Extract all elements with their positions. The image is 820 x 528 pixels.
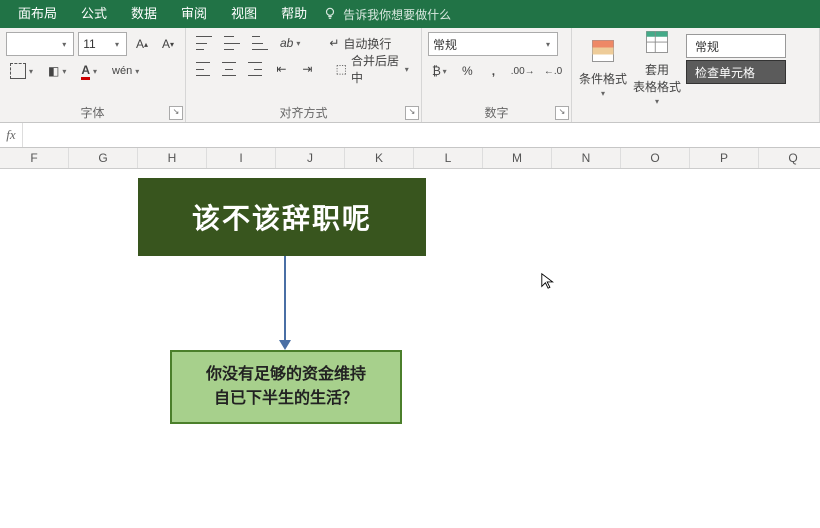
col-header[interactable]: L [414, 148, 483, 168]
increase-font-button[interactable]: A▴ [131, 33, 153, 55]
orientation-button[interactable]: ab▾ [276, 32, 307, 54]
menu-formula[interactable]: 公式 [69, 0, 119, 28]
percent-icon: % [462, 64, 473, 78]
formula-input[interactable] [23, 123, 820, 147]
arrow-head-icon [279, 340, 291, 350]
menu-bar: 面布局 公式 数据 审阅 视图 帮助 告诉我你想要做什么 [0, 0, 820, 28]
tell-me-label: 告诉我你想要做什么 [343, 6, 451, 23]
col-header[interactable]: H [138, 148, 207, 168]
menu-layout[interactable]: 面布局 [6, 0, 69, 28]
format-table-button[interactable]: 套用 表格格式▾ [632, 34, 682, 100]
percent-button[interactable]: % [456, 60, 478, 82]
font-name-combo[interactable]: ▾ [6, 32, 74, 56]
orientation-icon: ab [280, 36, 293, 50]
merge-label: 合并后居中 [351, 52, 402, 86]
col-header[interactable]: N [552, 148, 621, 168]
align-right-button[interactable] [244, 58, 266, 80]
align-middle-button[interactable] [220, 32, 244, 54]
lightbulb-icon [323, 6, 337, 23]
decrease-indent-button[interactable]: ⇤ [270, 58, 292, 80]
menu-data[interactable]: 数据 [119, 0, 169, 28]
sheet-canvas[interactable]: 该不该辞职呢 你没有足够的资金维持 自已下半生的生活？ [0, 168, 820, 528]
merge-center-button[interactable]: ⬚ 合并后居中 ▾ [332, 58, 415, 80]
fill-color-button[interactable]: ◧▾ [44, 60, 73, 82]
formula-bar: fx [0, 123, 820, 148]
cell-style-normal[interactable]: 常规 [686, 34, 786, 58]
col-header[interactable]: J [276, 148, 345, 168]
dec-dec-icon: ←.0 [544, 66, 562, 77]
group-styles: 条件格式▾ 套用 表格格式▾ 常规 检查单元格 [572, 28, 820, 122]
font-size-combo[interactable]: 11▾ [78, 32, 127, 56]
phonetic-button[interactable]: wén▾ [108, 60, 146, 82]
col-header[interactable]: O [621, 148, 690, 168]
table-icon [643, 28, 671, 59]
align-center-icon [222, 62, 236, 76]
menu-review[interactable]: 审阅 [169, 0, 219, 28]
accounting-button[interactable]: ₿▾ [428, 60, 452, 82]
group-alignment-label: 对齐方式 [186, 104, 421, 121]
align-bottom-icon [252, 36, 268, 50]
arrow-connector[interactable] [284, 256, 286, 342]
align-bottom-button[interactable] [248, 32, 272, 54]
decrease-decimal-button[interactable]: ←.0 [541, 60, 565, 82]
col-header[interactable]: P [690, 148, 759, 168]
align-left-icon [196, 62, 210, 76]
align-left-button[interactable] [192, 58, 214, 80]
cell-style-check[interactable]: 检查单元格 [686, 60, 786, 84]
column-headers: F G H I J K L M N O P Q [0, 148, 820, 169]
group-alignment: ab▾ ↵ 自动换行 ⇤ ⇥ ⬚ 合并后居中 ▾ 对齐方式 ↘ [186, 28, 422, 122]
merge-icon: ⬚ [336, 62, 347, 76]
inc-dec-icon: .00→ [511, 66, 535, 77]
shape-title-box[interactable]: 该不该辞职呢 [138, 178, 426, 256]
bucket-icon: ◧ [48, 64, 59, 78]
cond-format-icon [589, 37, 617, 68]
align-top-button[interactable] [192, 32, 216, 54]
cond-format-label: 条件格式 [579, 70, 627, 87]
worksheet[interactable]: F G H I J K L M N O P Q 该不该辞职呢 你没有足够的资金维… [0, 148, 820, 528]
font-color-icon: A [81, 63, 90, 80]
group-font-label: 字体 [0, 104, 185, 121]
comma-button[interactable]: , [482, 60, 504, 82]
col-header[interactable]: M [483, 148, 552, 168]
comma-icon: , [492, 64, 495, 78]
shape-question-box[interactable]: 你没有足够的资金维持 自已下半生的生活？ [170, 350, 402, 424]
wrap-label: 自动换行 [343, 35, 391, 52]
conditional-format-button[interactable]: 条件格式▾ [578, 34, 628, 100]
align-middle-icon [224, 36, 240, 50]
fx-icon[interactable]: fx [0, 123, 23, 147]
font-launcher[interactable]: ↘ [169, 106, 183, 120]
border-icon [10, 63, 26, 79]
border-button[interactable]: ▾ [6, 60, 40, 82]
group-font: ▾ 11▾ A▴ A▾ ▾ ◧▾ A▾ wén▾ 字体 ↘ [0, 28, 186, 122]
increase-indent-button[interactable]: ⇥ [296, 58, 318, 80]
wrap-icon: ↵ [329, 36, 339, 50]
currency-icon: ₿ [432, 64, 441, 78]
indent-icon: ⇥ [302, 62, 312, 76]
menu-help[interactable]: 帮助 [269, 0, 319, 28]
table-label: 套用 表格格式 [633, 61, 681, 95]
number-format-combo[interactable]: 常规▾ [428, 32, 558, 56]
col-header[interactable]: I [207, 148, 276, 168]
col-header[interactable]: F [0, 148, 69, 168]
decrease-font-button[interactable]: A▾ [157, 33, 179, 55]
wrap-text-button[interactable]: ↵ 自动换行 [325, 32, 395, 54]
menu-view[interactable]: 视图 [219, 0, 269, 28]
tell-me[interactable]: 告诉我你想要做什么 [323, 6, 451, 23]
ribbon: ▾ 11▾ A▴ A▾ ▾ ◧▾ A▾ wén▾ 字体 ↘ ab▾ ↵ 自动换行 [0, 28, 820, 123]
increase-decimal-button[interactable]: .00→ [508, 60, 537, 82]
alignment-launcher[interactable]: ↘ [405, 106, 419, 120]
font-color-button[interactable]: A▾ [77, 60, 104, 82]
align-center-button[interactable] [218, 58, 240, 80]
col-header[interactable]: K [345, 148, 414, 168]
col-header[interactable]: G [69, 148, 138, 168]
align-right-icon [248, 62, 262, 76]
outdent-icon: ⇤ [276, 62, 286, 76]
col-header[interactable]: Q [759, 148, 820, 168]
group-number: 常规▾ ₿▾ % , .00→ ←.0 数字 ↘ [422, 28, 572, 122]
cell-styles-gallery[interactable]: 常规 检查单元格 [686, 34, 786, 122]
number-launcher[interactable]: ↘ [555, 106, 569, 120]
group-number-label: 数字 [422, 104, 571, 121]
align-top-icon [196, 36, 212, 50]
